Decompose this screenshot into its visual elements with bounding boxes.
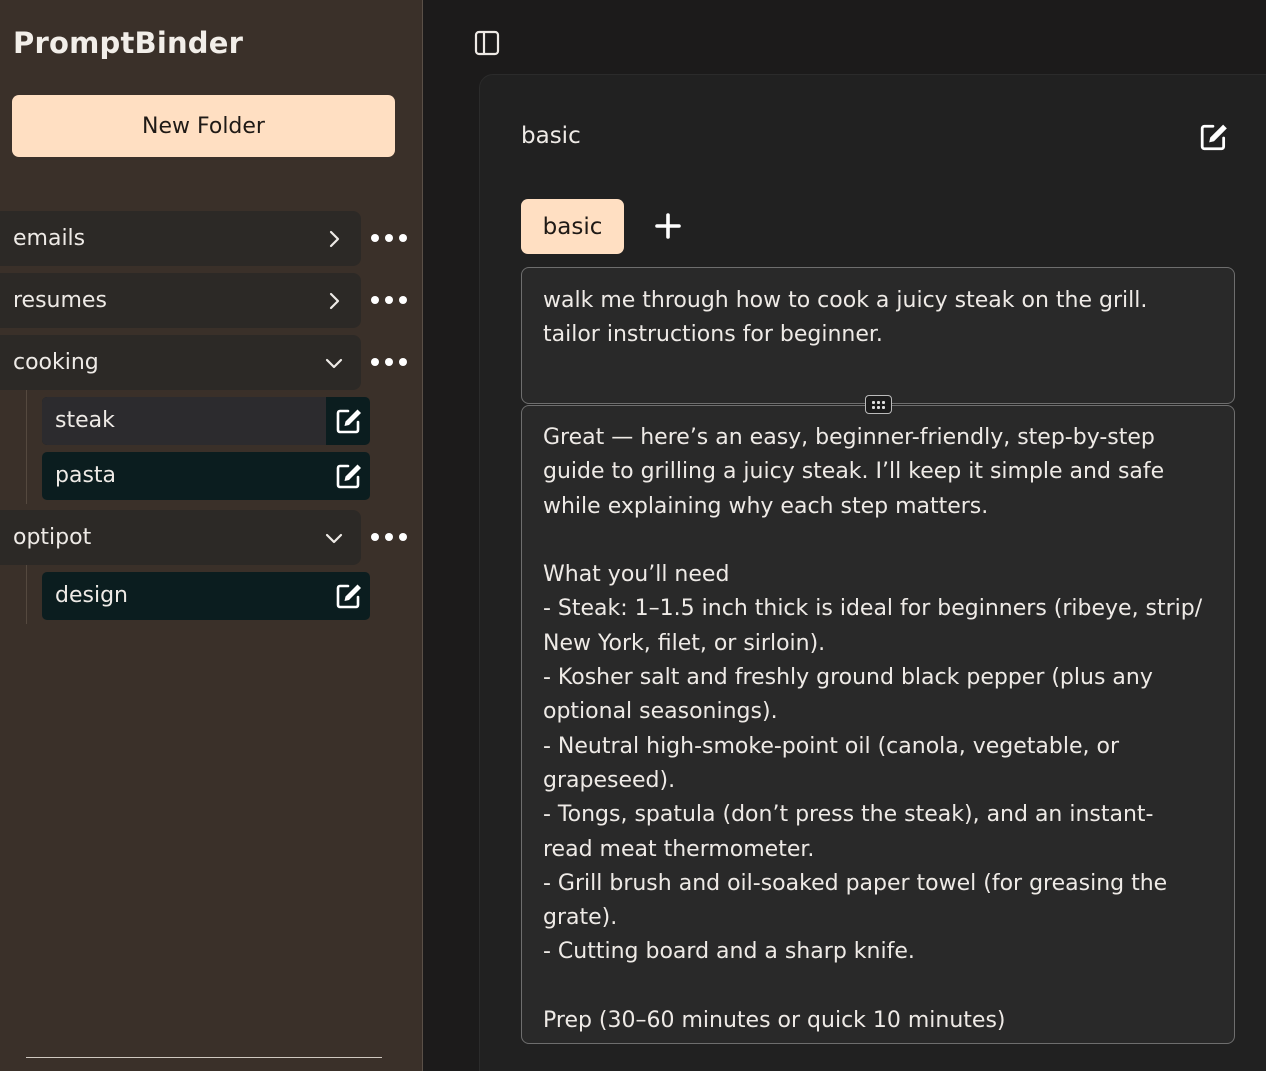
app-title: PromptBinder xyxy=(13,26,244,60)
folder-label: resumes xyxy=(13,288,107,313)
prompt-label: pasta xyxy=(55,463,117,488)
sidebar: PromptBinder New Folder emails resumes c… xyxy=(0,0,423,1071)
sidebar-divider xyxy=(26,1057,382,1058)
folder-optipot[interactable]: optipot xyxy=(0,510,361,565)
prompt-title: basic xyxy=(521,123,581,149)
chevron-down-icon[interactable] xyxy=(325,354,343,372)
edit-icon[interactable] xyxy=(335,407,363,435)
prompt-item-steak[interactable]: steak xyxy=(42,397,370,445)
prompt-label: steak xyxy=(55,408,115,433)
folder-more-icon[interactable] xyxy=(371,352,407,372)
folder-more-icon[interactable] xyxy=(371,527,407,547)
folder-label: cooking xyxy=(13,350,99,375)
resize-handle-icon[interactable] xyxy=(865,395,892,414)
plus-icon[interactable] xyxy=(654,212,682,240)
folder-emails[interactable]: emails xyxy=(0,211,361,266)
prompt-item-pasta[interactable]: pasta xyxy=(42,452,370,500)
folder-label: optipot xyxy=(13,525,92,550)
edit-icon[interactable] xyxy=(335,582,363,610)
prompt-item-design[interactable]: design xyxy=(42,572,370,620)
edit-icon[interactable] xyxy=(335,462,363,490)
folder-label: emails xyxy=(13,226,86,251)
chevron-right-icon[interactable] xyxy=(325,292,343,310)
folder-resumes[interactable]: resumes xyxy=(0,273,361,328)
chevron-down-icon[interactable] xyxy=(325,529,343,547)
response-textarea[interactable]: Great — here’s an easy, beginner-friendl… xyxy=(521,405,1235,1044)
edit-icon[interactable] xyxy=(1199,122,1229,152)
tree-connector xyxy=(26,565,27,624)
folder-more-icon[interactable] xyxy=(371,228,407,248)
tree-connector xyxy=(26,390,27,504)
new-folder-button[interactable]: New Folder xyxy=(12,95,395,157)
folder-cooking[interactable]: cooking xyxy=(0,335,361,390)
chevron-right-icon[interactable] xyxy=(325,230,343,248)
folder-more-icon[interactable] xyxy=(371,290,407,310)
prompt-textarea[interactable]: walk me through how to cook a juicy stea… xyxy=(521,267,1235,404)
sidebar-toggle-icon[interactable] xyxy=(474,30,500,56)
prompt-label: design xyxy=(55,583,128,608)
tab-basic[interactable]: basic xyxy=(521,199,624,254)
